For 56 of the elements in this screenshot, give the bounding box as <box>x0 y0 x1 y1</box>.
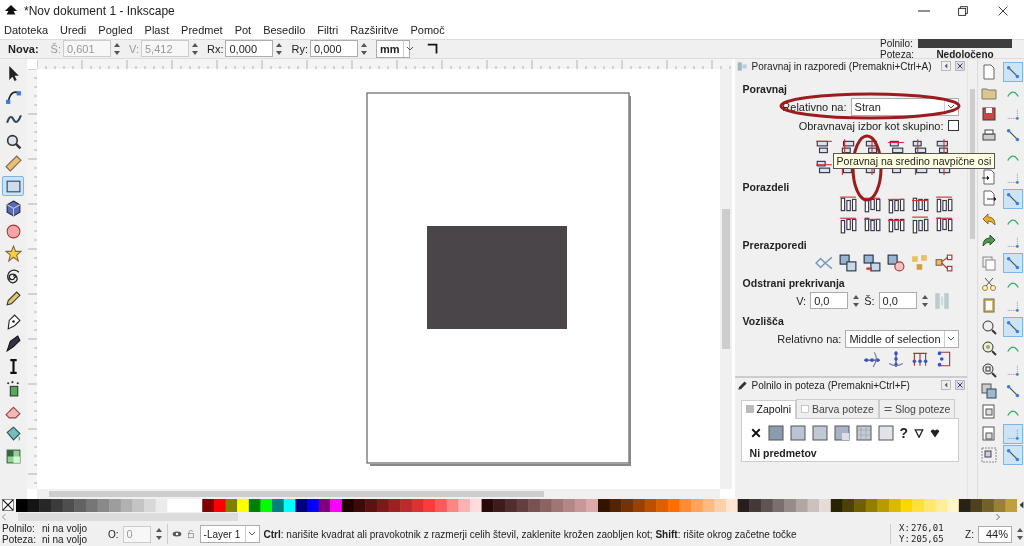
number-field[interactable]: 0,000 <box>225 40 274 57</box>
tooltip: Poravnaj na sredino navpične osi <box>832 152 996 169</box>
section-heading: Vozlišča <box>742 314 785 327</box>
menu-item[interactable]: Filtri <box>317 23 339 36</box>
relative-dropdown[interactable]: Middle of selection <box>845 329 959 348</box>
tab[interactable]: Zapolni <box>740 399 796 419</box>
menu-item[interactable]: Pot <box>234 23 252 36</box>
field-label: Ry: <box>291 42 308 55</box>
menu-item[interactable]: Pomoč <box>410 23 445 36</box>
tab[interactable]: Barva poteze <box>796 398 879 418</box>
stroke-label: Poteza: <box>880 48 914 60</box>
number-field[interactable]: 0,000 <box>309 40 358 57</box>
fill-label: Polnilo: <box>880 37 914 49</box>
status-message: Ctrl: narišite kvadrat ali pravokotnik z razmerji celih števil, zaklenite krožen zaobljen kot; Shift: rišite okrog začetne točke <box>263 528 798 540</box>
field-label: Š: <box>864 294 875 307</box>
menu-item[interactable]: Datoteka <box>4 23 49 36</box>
coordinate-value: 205,65 <box>911 534 945 545</box>
section-heading: Prerazporedi <box>742 238 808 251</box>
stroke-value: ni na voljo <box>42 534 89 545</box>
coordinate-label: Y: <box>899 534 911 545</box>
coordinate-value: 276,01 <box>911 523 945 534</box>
coordinate-label: X: <box>899 523 911 534</box>
field-label: Rx: <box>206 42 224 55</box>
zoom-field[interactable]: 44% <box>978 525 1012 543</box>
tool-label: Nova: <box>8 42 39 55</box>
section-heading: Odstrani prekrivanja <box>742 276 846 289</box>
fill-value: ni na voljo <box>42 523 89 534</box>
menu-item[interactable]: Uredi <box>60 23 87 36</box>
zoom-label: Z: <box>965 528 974 540</box>
checkbox-label: Obravnavaj izbor kot skupino: <box>798 119 944 132</box>
panel-title: Poravnaj in razporedi (Premakni+Ctrl+A) <box>751 60 932 72</box>
number-field[interactable]: 0,0 <box>810 292 849 309</box>
relative-label: Relativno na: <box>782 100 847 113</box>
section-heading: Poravnaj <box>742 82 788 95</box>
menu-item[interactable]: Pogled <box>98 23 133 36</box>
menu-item[interactable]: Predmet <box>181 23 223 36</box>
tab[interactable]: Slog poteze <box>878 398 956 418</box>
stroke-value: Nedoločeno <box>935 48 995 60</box>
layer-dropdown[interactable]: -Layer 1 <box>199 525 260 543</box>
menu-item[interactable]: Razširitve <box>350 23 399 36</box>
field-label: Š: <box>50 42 61 55</box>
window-title: *Nov dokument 1 - Inkscape <box>24 3 176 18</box>
menu-item[interactable]: Besedilo <box>263 23 306 36</box>
field-label: V: <box>128 42 139 55</box>
stroke-label: Poteza: <box>2 534 37 545</box>
relative-dropdown[interactable]: Stran <box>850 97 959 116</box>
no-objects-message: Ni predmetov <box>749 446 818 459</box>
field-label: V: <box>796 294 807 307</box>
fill-label: Polnilo: <box>2 523 36 534</box>
number-field[interactable]: 0,0 <box>878 292 917 309</box>
menu-item[interactable]: Plast <box>144 23 170 36</box>
relative-label: Relativno na: <box>777 332 842 345</box>
opacity-label: O: <box>108 528 119 540</box>
unset-paint-button[interactable]: ? <box>899 424 909 441</box>
panel-title: Polnilo in poteza (Premakni+Ctrl+F) <box>751 379 910 391</box>
section-heading: Porazdeli <box>742 180 791 193</box>
